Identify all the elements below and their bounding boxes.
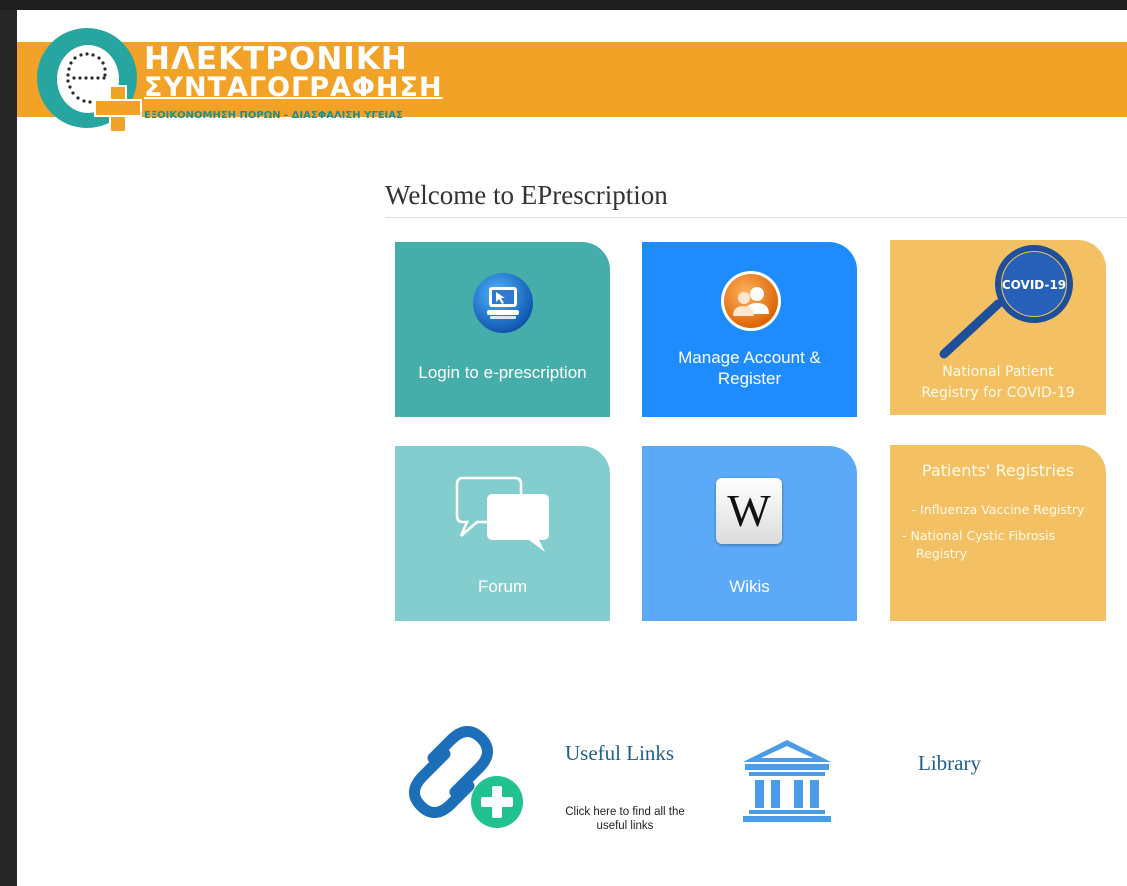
library-building-icon[interactable] (741, 738, 833, 824)
useful-links-description[interactable]: Click here to find all the useful links (545, 805, 705, 833)
covid-registry-label-line1: National Patient (942, 364, 1054, 380)
computer-icon (473, 273, 533, 333)
useful-links-title[interactable]: Useful Links (565, 741, 674, 766)
chat-bubbles-icon (455, 476, 549, 552)
cystic-fibrosis-registry-link[interactable]: - National Cystic Fibrosis (902, 527, 1055, 545)
covid-badge: COVID-19 (1001, 278, 1067, 292)
wikis-tile-label: Wikis (729, 577, 770, 596)
link-plus-icon[interactable] (393, 706, 533, 836)
window-frame-top (0, 0, 1127, 10)
patients-registries-tile[interactable]: Patients' Registries - Influenza Vaccine… (890, 445, 1106, 621)
cystic-fibrosis-registry-link-line2[interactable]: Registry (916, 545, 967, 563)
window-frame-left (0, 10, 17, 886)
manage-account-label-line2: Register (717, 369, 782, 388)
forum-tile[interactable]: Forum (395, 446, 610, 621)
login-tile[interactable]: Login to e-prescription (395, 242, 610, 417)
page-title: Welcome to EPrescription (385, 180, 1127, 218)
influenza-registry-link[interactable]: - Influenza Vaccine Registry (890, 501, 1106, 519)
logo-subtitle: ΣΥΝΤΑΓΟΓΡΑΦΗΣΗ (144, 72, 443, 103)
covid-registry-tile[interactable]: COVID-19 National Patient Registry for C… (890, 240, 1106, 415)
wikipedia-glyph: W (727, 485, 771, 536)
logo-tagline: ΕΞΟΙΚΟΝΟΜΗΣΗ ΠΟΡΩΝ - ΔΙΑΣΦΑΛΙΣΗ ΥΓΕΙΑΣ (144, 110, 403, 121)
users-icon (721, 271, 781, 331)
magnifier-icon (939, 245, 1073, 359)
login-tile-label: Login to e-prescription (418, 363, 587, 382)
library-title[interactable]: Library (918, 751, 981, 776)
wikipedia-icon: W (716, 478, 782, 544)
wikis-tile[interactable]: W Wikis (642, 446, 857, 621)
page: ΗΛΕΚΤΡΟΝΙΚΗ ΣΥΝΤΑΓΟΓΡΑΦΗΣΗ ΕΞΟΙΚΟΝΟΜΗΣΗ … (17, 10, 1127, 886)
manage-account-label-line1: Manage Account & (678, 348, 821, 367)
manage-account-tile[interactable]: Manage Account & Register (642, 242, 857, 417)
useful-links-description-line2: useful links (596, 820, 654, 832)
logo-plus-bar (94, 99, 142, 117)
forum-tile-label: Forum (477, 577, 528, 596)
registries-title: Patients' Registries (921, 461, 1075, 480)
useful-links-description-line1: Click here to find all the (565, 806, 685, 818)
covid-registry-label-line2: Registry for COVID-19 (921, 385, 1075, 401)
